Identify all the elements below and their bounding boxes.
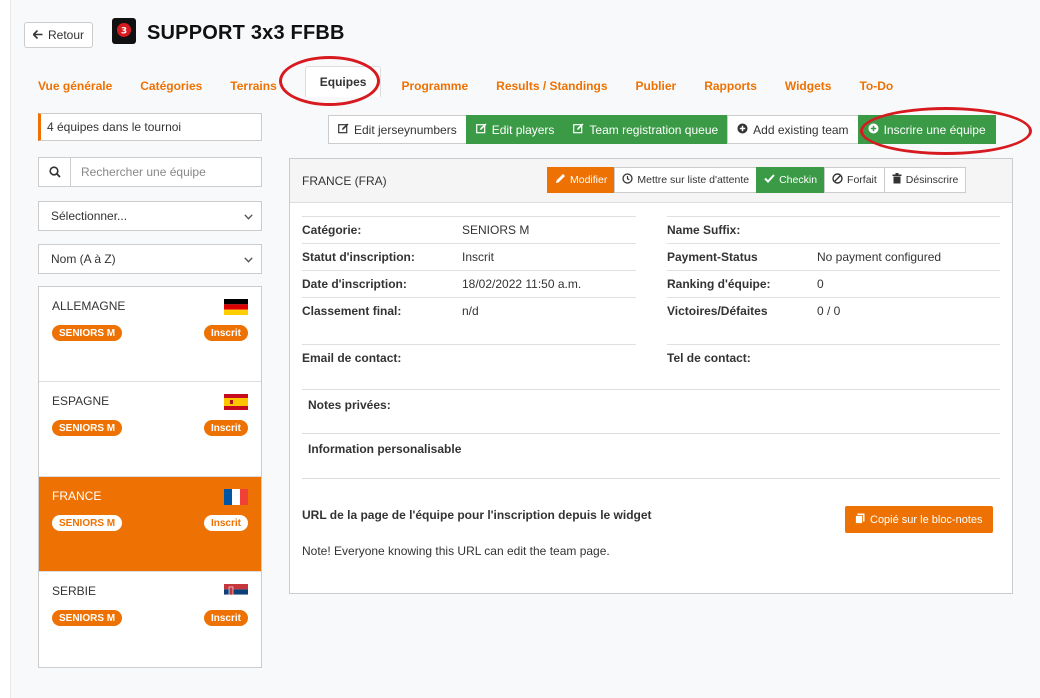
team-list: ALLEMAGNE SENIORS M Inscrit ESPAGNE SENI… — [38, 286, 262, 668]
tab-publish[interactable]: Publier — [636, 79, 677, 93]
france-flag-icon — [224, 489, 248, 505]
divider — [302, 389, 1000, 390]
team-detail-title: FRANCE (FRA) — [302, 174, 387, 188]
team-detail-panel: FRANCE (FRA) Modifier Mettre sur liste d… — [289, 158, 1013, 594]
panel-header: FRANCE (FRA) Modifier Mettre sur liste d… — [290, 159, 1012, 203]
status-badge: Inscrit — [203, 420, 248, 436]
sort-select[interactable]: Nom (A à Z) — [38, 244, 262, 274]
arrow-left-icon — [32, 28, 43, 42]
main-tabs: Vue générale Catégories Terrains Equipes… — [38, 66, 921, 97]
back-button-label: Retour — [48, 28, 85, 42]
field-contact-phone: Tel de contact: — [667, 344, 1000, 371]
category-badge: SENIORS M — [52, 420, 123, 436]
copy-to-clipboard-button[interactable]: Copié sur le bloc-notes — [845, 506, 993, 533]
team-name: ALLEMAGNE — [52, 299, 126, 313]
edit-icon — [475, 123, 487, 137]
edit-players-button[interactable]: Edit players — [465, 115, 564, 144]
edit-icon — [338, 123, 349, 137]
ban-icon — [832, 173, 843, 187]
search-input[interactable] — [71, 158, 261, 186]
waitlist-button[interactable]: Mettre sur liste d'attente — [614, 167, 757, 193]
tab-schedule[interactable]: Programme — [401, 79, 468, 93]
chevron-down-icon — [244, 252, 253, 266]
category-badge: SENIORS M — [52, 515, 123, 531]
field-registration-date: Date d'inscription: 18/02/2022 11:50 a.m… — [302, 270, 636, 297]
tab-reports[interactable]: Rapports — [704, 79, 757, 93]
modify-button[interactable]: Modifier — [547, 167, 615, 193]
tab-overview[interactable]: Vue générale — [38, 79, 112, 93]
team-count: 4 équipes dans le tournoi — [38, 113, 262, 141]
category-badge: SENIORS M — [52, 325, 123, 341]
team-item-allemagne[interactable]: ALLEMAGNE SENIORS M Inscrit — [39, 287, 261, 382]
team-registration-queue-button[interactable]: Team registration queue — [563, 115, 728, 144]
edit-jerseynumbers-button[interactable]: Edit jerseynumbers — [328, 115, 466, 144]
svg-text:3: 3 — [121, 27, 127, 37]
custom-info-label: Information personalisable — [308, 442, 462, 456]
divider — [302, 478, 1000, 479]
team-item-serbie[interactable]: SERBIE SENIORS M Inscrit — [39, 572, 261, 667]
unregister-button[interactable]: Désinscrire — [883, 167, 967, 193]
tab-todo[interactable]: To-Do — [859, 79, 893, 93]
field-name-suffix: Name Suffix: — [667, 216, 1000, 243]
widget-url-note: Note! Everyone knowing this URL can edit… — [302, 544, 610, 558]
search-icon[interactable] — [39, 158, 71, 186]
status-badge: Inscrit — [203, 515, 248, 531]
field-category: Catégorie: SENIORS M — [302, 216, 636, 243]
field-payment-status: Payment-Status No payment configured — [667, 243, 1000, 270]
edit-icon — [573, 123, 584, 137]
team-item-espagne[interactable]: ESPAGNE SENIORS M Inscrit — [39, 382, 261, 477]
team-name: SERBIE — [52, 584, 97, 598]
team-name: ESPAGNE — [52, 394, 110, 408]
register-team-button[interactable]: Inscrire une équipe — [857, 115, 996, 144]
page-title: SUPPORT 3x3 FFBB — [147, 22, 345, 44]
check-icon — [764, 174, 775, 186]
tab-teams[interactable]: Equipes — [304, 66, 382, 97]
germany-flag-icon — [224, 299, 248, 315]
tab-categories[interactable]: Catégories — [140, 79, 202, 93]
category-badge: SENIORS M — [52, 610, 123, 626]
clock-icon — [622, 173, 634, 187]
widget-url-label: URL de la page de l'équipe pour l'inscri… — [302, 508, 652, 522]
pencil-icon — [555, 173, 566, 187]
team-item-france[interactable]: FRANCE SENIORS M Inscrit — [39, 477, 261, 572]
team-toolbar: Edit jerseynumbers Edit players Team reg… — [328, 115, 996, 144]
private-notes-label: Notes privées: — [308, 398, 391, 412]
status-badge: Inscrit — [203, 610, 248, 626]
team-actions: Modifier Mettre sur liste d'attente Chec… — [547, 167, 967, 193]
add-existing-team-button[interactable]: Add existing team — [727, 115, 858, 144]
team-search — [38, 157, 262, 187]
field-contact-email: Email de contact: — [302, 344, 636, 371]
clipboard-icon — [855, 513, 865, 527]
serbia-flag-icon — [224, 584, 248, 600]
filter-select[interactable]: Sélectionner... — [38, 201, 262, 231]
forfeit-button[interactable]: Forfait — [824, 167, 884, 193]
field-wins-losses: Victoires/Défaites 0 / 0 — [667, 297, 1000, 324]
tab-results[interactable]: Results / Standings — [496, 79, 607, 93]
back-button[interactable]: Retour — [24, 22, 94, 48]
field-registration-status: Statut d'inscription: Inscrit — [302, 243, 636, 270]
app-logo: 3 — [112, 18, 136, 44]
tab-widgets[interactable]: Widgets — [785, 79, 832, 93]
checkin-button[interactable]: Checkin — [756, 167, 825, 193]
chevron-down-icon — [244, 209, 253, 223]
spain-flag-icon — [224, 394, 248, 410]
status-badge: Inscrit — [203, 325, 248, 341]
plus-circle-icon — [737, 123, 748, 137]
divider — [302, 433, 1000, 434]
filter-select-value: Sélectionner... — [51, 209, 128, 223]
plus-circle-icon — [868, 123, 879, 137]
tab-courts[interactable]: Terrains — [230, 79, 276, 93]
team-name: FRANCE — [52, 489, 102, 503]
field-team-ranking: Ranking d'équipe: 0 — [667, 270, 1000, 297]
field-final-ranking: Classement final: n/d — [302, 297, 636, 324]
sort-select-value: Nom (A à Z) — [51, 252, 116, 266]
trash-icon — [892, 173, 902, 187]
